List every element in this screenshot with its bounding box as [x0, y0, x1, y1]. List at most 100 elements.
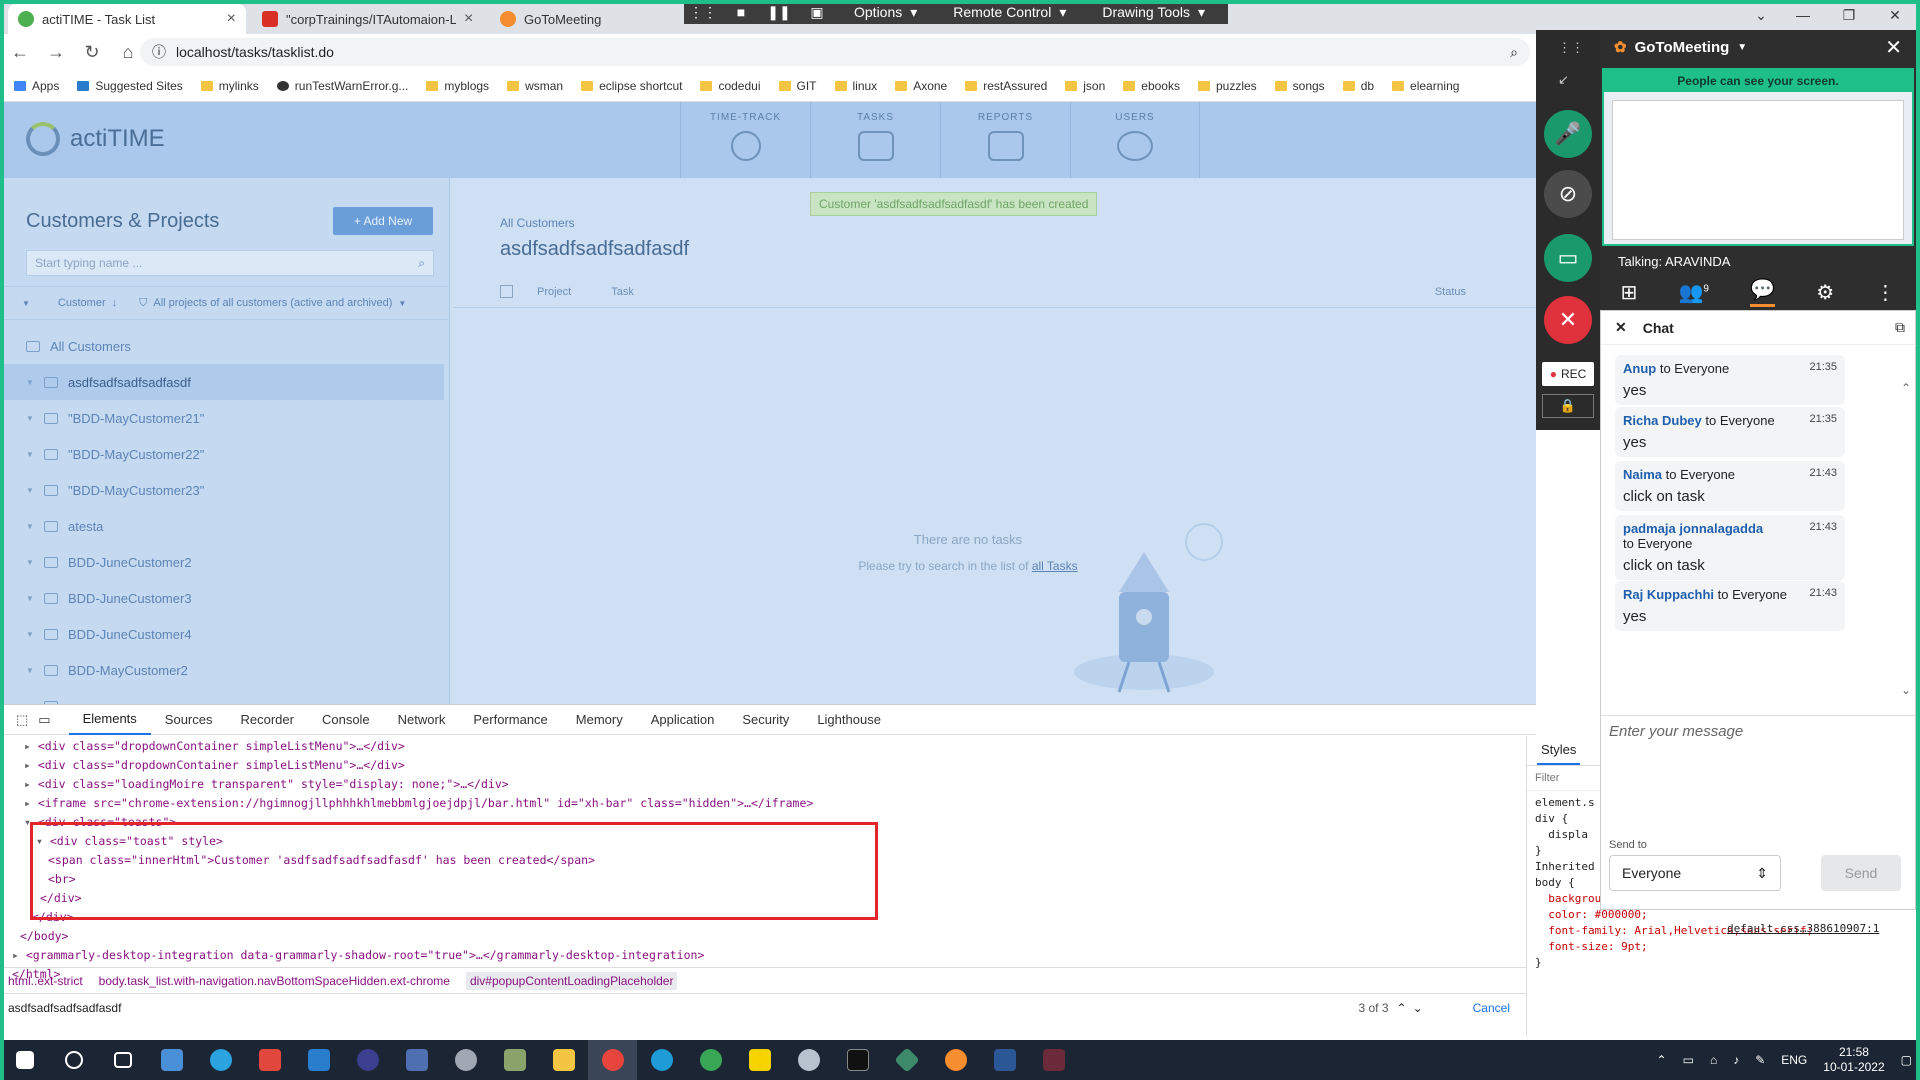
address-bar[interactable]: ⓘ localhost/tasks/tasklist.do ⌕ [140, 38, 1530, 66]
all-tasks-link[interactable]: all Tasks [1032, 559, 1078, 573]
add-new-button[interactable]: + Add New [333, 207, 433, 235]
collapse-all-icon[interactable]: ▼ [22, 299, 30, 308]
back-icon[interactable]: ← [4, 36, 36, 68]
bookmark-item[interactable]: Suggested Sites [77, 79, 183, 93]
edge-icon[interactable] [637, 1040, 686, 1080]
git-icon[interactable] [882, 1040, 931, 1080]
expand-arrow-icon[interactable]: ▸ [24, 777, 38, 791]
dom-breadcrumb-item[interactable]: html..ext-strict [8, 974, 83, 988]
customer-item[interactable]: ▼ BDD-MayCustomer2 [4, 652, 444, 688]
bookmark-item[interactable]: myblogs [426, 79, 489, 93]
devtools-tab-network[interactable]: Network [384, 705, 460, 735]
notifications-icon[interactable]: ▢ [1901, 1053, 1912, 1067]
terminal-icon[interactable] [833, 1040, 882, 1080]
bookmark-item[interactable]: db [1342, 79, 1374, 93]
dom-line[interactable]: ▸ <grammarly-desktop-integration data-gr… [0, 946, 1518, 965]
sticky-notes-icon[interactable] [735, 1040, 784, 1080]
microphone-icon[interactable]: 🎤 [1544, 110, 1592, 158]
expand-caret-icon[interactable]: ▼ [26, 558, 34, 567]
remote-control-menu[interactable]: Remote Control ▾ [935, 0, 1084, 24]
app-icon[interactable] [1029, 1040, 1078, 1080]
chat-message-input[interactable]: Enter your message [1609, 723, 1743, 740]
column-task[interactable]: Task [611, 286, 634, 298]
scroll-up-icon[interactable]: ⌃ [1901, 381, 1911, 395]
dom-breadcrumb-item[interactable]: div#popupContentLoadingPlaceholder [465, 971, 678, 990]
screen-share-icon[interactable]: ▭ [1544, 234, 1592, 282]
projects-filter-select[interactable]: All projects of all customers (active an… [153, 297, 392, 309]
close-icon[interactable]: ✕ [1885, 35, 1902, 60]
bookmark-item[interactable]: json [1065, 79, 1105, 93]
gotomeeting-icon[interactable] [931, 1040, 980, 1080]
camera-off-icon[interactable]: ⊘ [1544, 170, 1592, 218]
device-toolbar-icon[interactable]: ▭ [38, 712, 50, 728]
stylesheet-source-link[interactable]: default.css…388610907:1 [1727, 922, 1879, 935]
bookmark-item[interactable]: restAssured [965, 79, 1047, 93]
network-icon[interactable]: ⌂ [1710, 1053, 1717, 1067]
close-tab-icon[interactable]: × [464, 10, 473, 28]
store-icon[interactable] [147, 1040, 196, 1080]
reload-icon[interactable]: ↻ [76, 36, 108, 68]
nav-users[interactable]: USERS [1070, 102, 1200, 178]
chevron-up-icon[interactable]: ⌃ [1657, 1053, 1667, 1067]
styles-tab[interactable]: Styles [1537, 736, 1581, 765]
bookmark-item[interactable]: wsman [507, 79, 563, 93]
customer-search-input[interactable]: Start typing name ... ⌕ [26, 250, 434, 276]
tab-gotomeeting[interactable]: GoToMeeting [490, 4, 680, 34]
customer-item[interactable]: ▼ atesta [4, 508, 444, 544]
customer-item[interactable]: ▼ asdfsadfsadfsadfasdf [4, 364, 444, 400]
find-input[interactable]: asdfsadfsadfsadfasdf [8, 1001, 121, 1015]
tab-search-icon[interactable]: ⌄ [1738, 0, 1784, 30]
clock[interactable]: 21:58 10-01-2022 [1823, 1045, 1884, 1075]
bookmark-item[interactable]: Apps [14, 79, 59, 93]
battery-icon[interactable]: ▭ [1683, 1053, 1694, 1067]
devtools-tab-application[interactable]: Application [637, 705, 729, 735]
devtools-tab-performance[interactable]: Performance [459, 705, 561, 735]
chrome-icon[interactable] [588, 1040, 637, 1080]
grid-view-icon[interactable]: ⊞ [1621, 280, 1638, 305]
vscode-icon[interactable] [294, 1040, 343, 1080]
info-icon[interactable]: ⓘ [152, 42, 166, 62]
customer-item[interactable]: ▼ "BDD-MayCustomer23" [4, 472, 444, 508]
bookmark-item[interactable]: codedui [700, 79, 761, 93]
bookmark-item[interactable]: GIT [778, 79, 817, 93]
bookmark-item[interactable]: elearning [1392, 79, 1459, 93]
expand-caret-icon[interactable]: ▼ [26, 378, 34, 387]
devtools-tab-lighthouse[interactable]: Lighthouse [803, 705, 895, 735]
app-icon[interactable] [490, 1040, 539, 1080]
dom-line[interactable]: ▸ <div class="loadingMoire transparent" … [0, 775, 1518, 794]
expand-arrow-icon[interactable]: ▸ [24, 796, 38, 810]
stop-icon[interactable]: ■ [722, 0, 760, 24]
sort-customer[interactable]: Customer [58, 297, 106, 309]
dom-breadcrumb-item[interactable]: body.task_list.with-navigation.navBottom… [99, 974, 450, 988]
anydesk-icon[interactable] [245, 1040, 294, 1080]
task-view-icon[interactable] [98, 1040, 147, 1080]
devtools-tab-sources[interactable]: Sources [151, 705, 227, 735]
app-icon[interactable] [392, 1040, 441, 1080]
bookmark-item[interactable]: puzzles [1197, 79, 1257, 93]
bookmark-item[interactable]: eclipse shortcut [581, 79, 682, 93]
more-icon[interactable]: ⋮ [1875, 280, 1895, 305]
word-icon[interactable] [980, 1040, 1029, 1080]
customer-item[interactable]: ▼ewrwer [4, 688, 444, 704]
customer-item[interactable]: ▼ "BDD-MayCustomer21" [4, 400, 444, 436]
bookmark-item[interactable]: runTestWarnError.g... [276, 79, 408, 93]
pop-out-icon[interactable]: ⧉ [1895, 319, 1905, 336]
language-indicator[interactable]: ENG [1781, 1053, 1807, 1067]
bookmark-item[interactable]: linux [834, 79, 877, 93]
expand-caret-icon[interactable]: ▼ [26, 522, 34, 531]
record-button[interactable]: ● REC [1542, 362, 1594, 386]
customer-item[interactable]: ▼ BDD-JuneCustomer4 [4, 616, 444, 652]
customer-item[interactable]: ▼ BDD-JuneCustomer3 [4, 580, 444, 616]
find-cancel-button[interactable]: Cancel [1473, 1001, 1510, 1015]
participants-icon[interactable]: 👥9 [1679, 280, 1709, 305]
grip-icon[interactable]: ⋮⋮ [1558, 40, 1584, 56]
settings-icon[interactable]: ⚙ [1816, 280, 1834, 305]
file-explorer-icon[interactable] [539, 1040, 588, 1080]
send-button[interactable]: Send [1821, 855, 1901, 891]
customer-item[interactable]: ▼ "BDD-MayCustomer22" [4, 436, 444, 472]
send-to-select[interactable]: Everyone ⇕ [1609, 855, 1781, 891]
breadcrumb-all-customers[interactable]: All Customers [500, 216, 575, 230]
leave-meeting-icon[interactable]: ✕ [1544, 296, 1592, 344]
grip-icon[interactable]: ⋮⋮ [684, 0, 722, 24]
devtools-tab-recorder[interactable]: Recorder [227, 705, 308, 735]
